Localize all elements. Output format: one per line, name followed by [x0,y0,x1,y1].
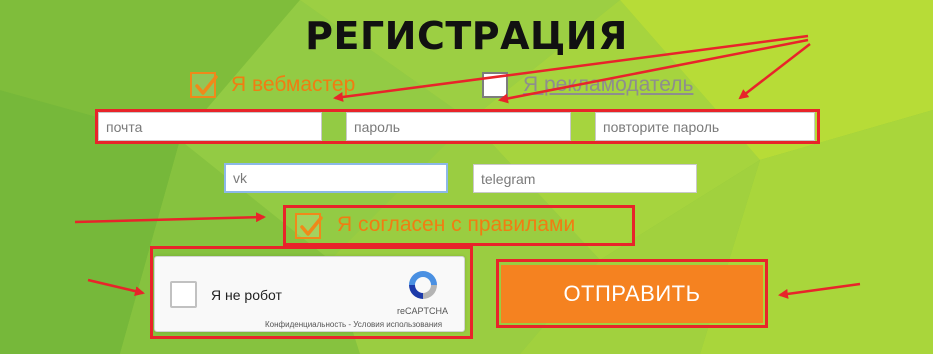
annotation-arrow [778,282,861,299]
annotation-arrow [333,34,809,102]
annotation-arrow [87,278,145,297]
annotation-arrow [74,212,266,224]
annotation-arrows [74,34,861,299]
